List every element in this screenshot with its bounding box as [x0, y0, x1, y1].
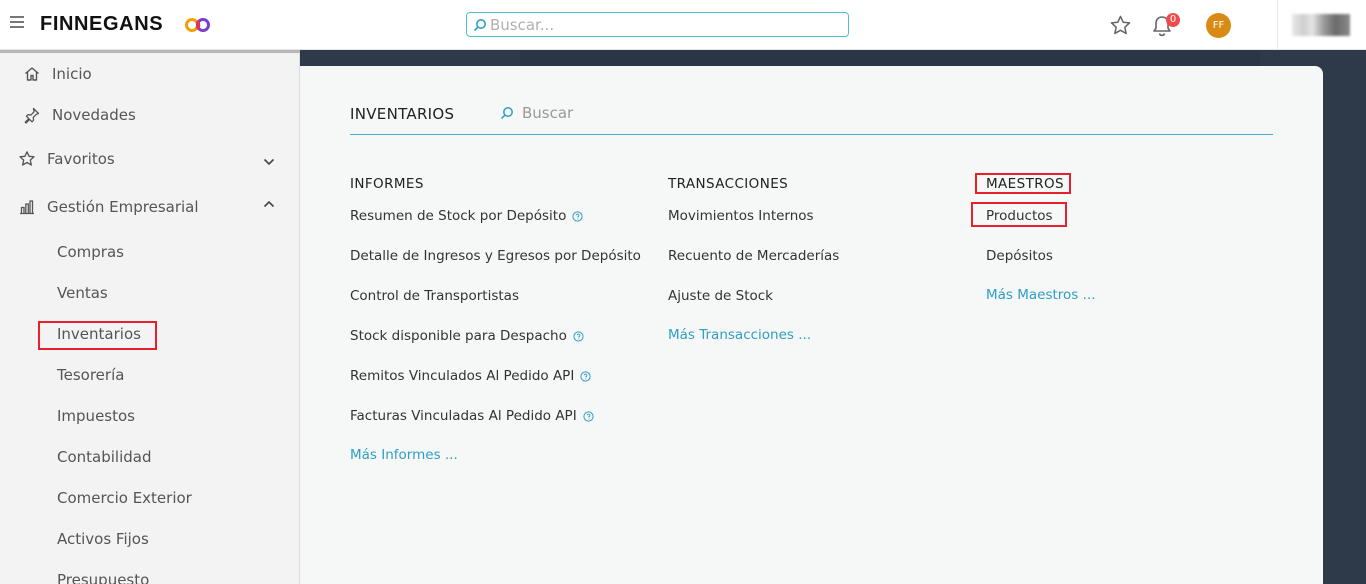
- link-label: Ajuste de Stock: [668, 288, 773, 304]
- global-search[interactable]: [466, 12, 849, 37]
- link-label: Stock disponible para Despacho: [350, 328, 567, 344]
- sidebar-subitem-impuestos[interactable]: Impuestos: [57, 403, 135, 429]
- sidebar-subitem-inventarios[interactable]: Inventarios: [57, 321, 141, 347]
- sidebar-subitem-tesoreria[interactable]: Tesorería: [57, 362, 124, 388]
- panel-title: INVENTARIOS: [350, 105, 455, 123]
- link-label: Resumen de Stock por Depósito: [350, 208, 567, 224]
- menu-hamburger-icon[interactable]: [10, 16, 24, 28]
- info-icon[interactable]: [583, 410, 594, 422]
- sidebar-item-novedades[interactable]: Novedades: [0, 97, 299, 133]
- link-label: Depósitos: [986, 248, 1053, 264]
- user-avatar[interactable]: FF: [1206, 13, 1231, 38]
- link-movimientos-internos[interactable]: Movimientos Internos: [668, 208, 814, 224]
- sidebar-subitem-contabilidad[interactable]: Contabilidad: [57, 444, 152, 470]
- link-label: Movimientos Internos: [668, 208, 814, 224]
- sidebar-item-favoritos[interactable]: Favoritos: [0, 141, 299, 177]
- sidebar-item-gestion-empresarial[interactable]: Gestión Empresarial: [0, 189, 299, 225]
- link-resumen-stock[interactable]: Resumen de Stock por Depósito: [350, 208, 583, 224]
- link-productos[interactable]: Productos: [986, 208, 1053, 224]
- sidebar-subitem-comercio-exterior[interactable]: Comercio Exterior: [57, 485, 192, 511]
- info-icon[interactable]: [572, 210, 583, 222]
- header-divider: [1277, 0, 1278, 50]
- link-label: Control de Transportistas: [350, 288, 519, 304]
- sidebar-item-label: Inicio: [52, 65, 92, 83]
- search-icon: [473, 18, 486, 31]
- column-maestros: MAESTROS Productos Depósitos Más Maestro…: [986, 176, 1096, 303]
- user-profile-blurred[interactable]: [1292, 14, 1350, 36]
- pin-icon: [24, 107, 40, 124]
- column-informes: INFORMES Resumen de Stock por Depósito D…: [350, 176, 641, 463]
- notification-count-badge: 0: [1166, 13, 1180, 27]
- inventarios-panel: INVENTARIOS INFORMES Resumen de Stock po…: [300, 66, 1323, 584]
- link-ajuste-stock[interactable]: Ajuste de Stock: [668, 288, 773, 304]
- column-heading: TRANSACCIONES: [668, 176, 789, 192]
- link-label: Detalle de Ingresos y Egresos por Depósi…: [350, 248, 641, 264]
- background-shape: [520, 50, 1260, 66]
- link-label: Facturas Vinculadas Al Pedido API: [350, 408, 577, 424]
- sidebar: Inicio Novedades Favoritos Gestión Empre…: [0, 53, 300, 584]
- link-label: Productos: [986, 208, 1053, 224]
- info-icon[interactable]: [580, 370, 591, 382]
- link-control-transportistas[interactable]: Control de Transportistas: [350, 288, 519, 304]
- app-logo[interactable]: FINNEGANS: [40, 13, 163, 36]
- top-header: FINNEGANS 0 FF: [0, 0, 1366, 50]
- panel-divider: [350, 134, 1273, 135]
- column-transacciones: TRANSACCIONES Movimientos Internos Recue…: [668, 176, 839, 343]
- home-icon: [25, 67, 39, 81]
- sidebar-item-label: Novedades: [52, 106, 136, 124]
- column-heading: INFORMES: [350, 176, 424, 192]
- chevron-up-icon: [263, 200, 275, 208]
- bar-chart-icon: [20, 200, 34, 215]
- chevron-down-icon: [263, 158, 275, 166]
- global-search-input[interactable]: [490, 15, 830, 34]
- logo-mark-icon: [185, 18, 210, 32]
- link-label: Recuento de Mercaderías: [668, 248, 840, 264]
- link-mas-transacciones[interactable]: Más Transacciones ...: [668, 327, 811, 343]
- panel-search-input[interactable]: [522, 104, 822, 122]
- sidebar-item-inicio[interactable]: Inicio: [0, 56, 299, 92]
- panel-search[interactable]: [500, 104, 822, 122]
- sidebar-subitem-compras[interactable]: Compras: [57, 239, 124, 265]
- link-label: Remitos Vinculados Al Pedido API: [350, 368, 575, 384]
- link-mas-informes[interactable]: Más Informes ...: [350, 447, 458, 463]
- link-recuento-mercaderias[interactable]: Recuento de Mercaderías: [668, 248, 839, 264]
- sidebar-subitem-presupuesto[interactable]: Presupuesto: [57, 567, 149, 584]
- sidebar-subitem-activos-fijos[interactable]: Activos Fijos: [57, 526, 149, 552]
- sidebar-item-label: Favoritos: [47, 150, 115, 168]
- link-remitos-vinculados[interactable]: Remitos Vinculados Al Pedido API: [350, 368, 591, 384]
- link-stock-disponible[interactable]: Stock disponible para Despacho: [350, 328, 584, 344]
- sidebar-subitem-ventas[interactable]: Ventas: [57, 280, 108, 306]
- search-icon: [500, 107, 513, 120]
- link-mas-maestros[interactable]: Más Maestros ...: [986, 287, 1096, 303]
- column-heading: MAESTROS: [986, 176, 1065, 192]
- favorites-star-icon[interactable]: [1109, 14, 1132, 37]
- link-detalle-ingresos-egresos[interactable]: Detalle de Ingresos y Egresos por Depósi…: [350, 248, 641, 264]
- sidebar-item-label: Gestión Empresarial: [47, 198, 199, 216]
- link-depositos[interactable]: Depósitos: [986, 248, 1053, 264]
- info-icon[interactable]: [573, 330, 584, 342]
- link-facturas-vinculadas[interactable]: Facturas Vinculadas Al Pedido API: [350, 408, 594, 424]
- star-icon: [19, 151, 35, 166]
